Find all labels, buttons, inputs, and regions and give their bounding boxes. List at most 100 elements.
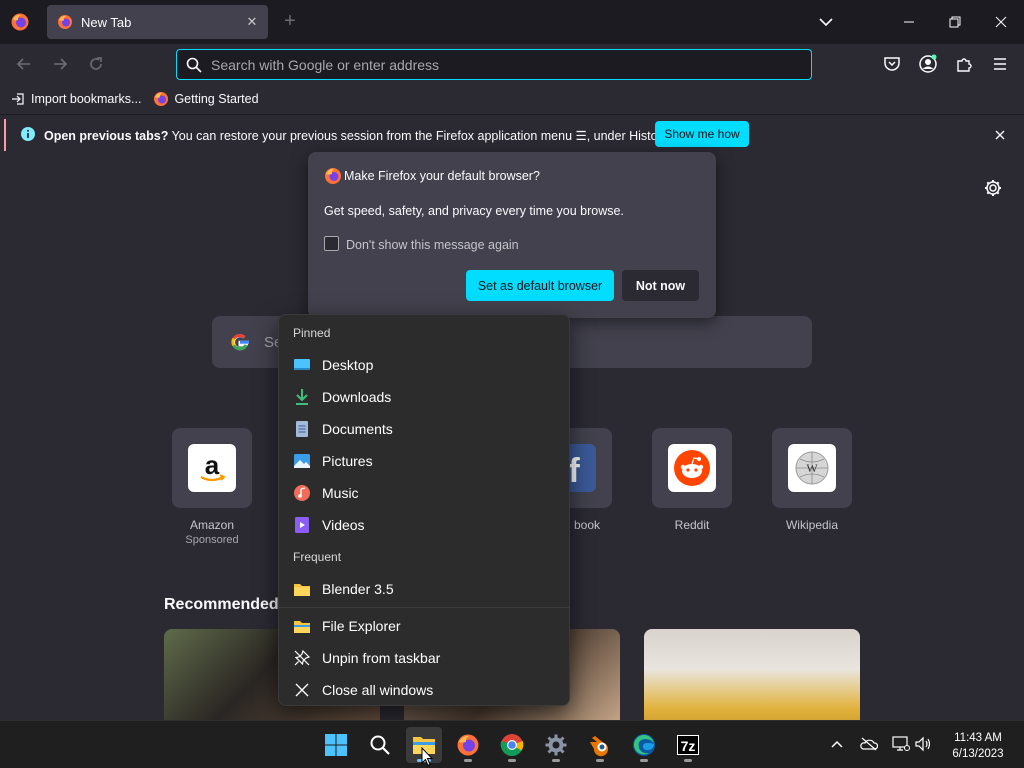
- clock-time: 11:43 AM: [954, 732, 1002, 744]
- jump-item-file-explorer[interactable]: File Explorer: [279, 610, 569, 642]
- new-tab-button[interactable]: +: [278, 10, 302, 34]
- sponsored-label: Sponsored: [185, 534, 239, 546]
- chevron-up-icon[interactable]: [828, 735, 846, 753]
- mouse-cursor-icon: [421, 747, 433, 767]
- svg-text:W: W: [806, 461, 818, 475]
- bookmark-label: Getting Started: [174, 92, 259, 106]
- top-site-reddit[interactable]: Reddit: [652, 428, 732, 532]
- settings-taskbar-icon[interactable]: [538, 727, 574, 763]
- dialog-title: Make Firefox your default browser?: [344, 169, 540, 183]
- running-indicator: [640, 759, 648, 762]
- jump-item-label: Music: [322, 485, 359, 501]
- unpin-icon: [293, 649, 311, 667]
- set-default-browser-button[interactable]: Set as default browser: [466, 270, 614, 301]
- notification-message: Open previous tabs? You can restore your…: [44, 128, 671, 143]
- search-icon[interactable]: [362, 727, 398, 763]
- chrome-taskbar-icon[interactable]: [494, 727, 530, 763]
- back-arrow-icon[interactable]: [12, 52, 36, 76]
- start-icon[interactable]: [318, 727, 354, 763]
- system-clock[interactable]: 11:43 AM 6/13/2023: [940, 730, 1016, 762]
- restore-icon[interactable]: [940, 8, 970, 36]
- jump-item-pictures[interactable]: Pictures: [279, 445, 569, 477]
- dont-show-label[interactable]: Don't show this message again: [346, 238, 519, 252]
- firefox-taskbar-icon[interactable]: [450, 727, 486, 763]
- info-icon: [21, 127, 35, 141]
- notification-accent: [4, 119, 6, 151]
- import-icon: [10, 91, 26, 107]
- file-explorer-icon: [293, 617, 311, 635]
- google-icon: [231, 334, 249, 351]
- close-tab-icon[interactable]: ✕: [240, 10, 264, 34]
- close-icon[interactable]: [990, 125, 1010, 145]
- gear-icon[interactable]: [983, 178, 1003, 198]
- jump-item-label: Downloads: [322, 389, 392, 405]
- top-site-wikipedia[interactable]: W Wikipedia: [772, 428, 852, 532]
- extensions-icon[interactable]: [952, 52, 976, 76]
- jump-item-label: Pictures: [322, 453, 373, 469]
- blender-taskbar-icon[interactable]: [582, 727, 618, 763]
- amazon-icon: a: [188, 444, 236, 492]
- dont-show-checkbox[interactable]: [324, 236, 339, 251]
- reddit-icon: [668, 444, 716, 492]
- onedrive-offline-icon[interactable]: [860, 735, 878, 753]
- top-site-tile: [652, 428, 732, 508]
- jump-item-videos[interactable]: Videos: [279, 509, 569, 541]
- tab-strip: New Tab ✕ +: [0, 0, 1024, 44]
- downloads-icon: [293, 388, 311, 406]
- notification-text: You can restore your previous session fr…: [168, 129, 671, 143]
- not-now-button[interactable]: Not now: [622, 270, 699, 301]
- svg-text:f: f: [568, 452, 580, 486]
- jump-item-close-all[interactable]: Close all windows: [279, 674, 569, 706]
- close-window-icon[interactable]: [986, 8, 1016, 36]
- search-icon: [186, 57, 202, 73]
- network-icon[interactable]: [892, 735, 910, 753]
- running-indicator: [508, 759, 516, 762]
- jump-item-blender[interactable]: Blender 3.5: [279, 573, 569, 605]
- story-card-image[interactable]: [644, 629, 860, 720]
- file-explorer-jump-list: Pinned Desktop Downloads Documents Pictu…: [278, 314, 570, 706]
- hamburger-menu-icon[interactable]: [988, 52, 1012, 76]
- top-site-tile: a: [172, 428, 252, 508]
- firefox-icon: [153, 91, 169, 107]
- frequent-header: Frequent: [293, 550, 342, 564]
- pocket-icon[interactable]: [880, 52, 904, 76]
- default-browser-dialog: Make Firefox your default browser? Get s…: [308, 152, 716, 318]
- forward-arrow-icon[interactable]: [48, 52, 72, 76]
- show-me-how-button[interactable]: Show me how: [655, 121, 749, 147]
- close-icon: [293, 681, 311, 699]
- volume-icon[interactable]: [914, 735, 932, 753]
- edge-taskbar-icon[interactable]: [626, 727, 662, 763]
- pinned-header: Pinned: [293, 326, 331, 340]
- 7zip-taskbar-icon[interactable]: 7z: [670, 727, 706, 763]
- bookmark-import[interactable]: Import bookmarks...: [10, 87, 141, 111]
- bookmark-label: Import bookmarks...: [31, 92, 142, 106]
- url-input[interactable]: [211, 56, 771, 73]
- jump-item-unpin[interactable]: Unpin from taskbar: [279, 642, 569, 674]
- top-site-amazon[interactable]: a Amazon Sponsored: [172, 428, 252, 546]
- wikipedia-icon: W: [788, 444, 836, 492]
- jump-list-divider: [279, 607, 569, 608]
- running-indicator: [596, 759, 604, 762]
- top-site-label: Reddit: [674, 518, 710, 532]
- jump-item-documents[interactable]: Documents: [279, 413, 569, 445]
- bookmark-getting-started[interactable]: Getting Started: [153, 87, 259, 111]
- desktop-folder-icon: [293, 356, 311, 374]
- jump-item-desktop[interactable]: Desktop: [279, 349, 569, 381]
- account-icon[interactable]: [916, 52, 940, 76]
- jump-item-downloads[interactable]: Downloads: [279, 381, 569, 413]
- pictures-icon: [293, 452, 311, 470]
- session-restore-notification: Open previous tabs? You can restore your…: [0, 114, 1024, 154]
- running-indicator: [552, 759, 560, 762]
- jump-item-music[interactable]: Music: [279, 477, 569, 509]
- tab-new-tab[interactable]: New Tab ✕: [47, 5, 268, 39]
- music-icon: [293, 484, 311, 502]
- url-bar[interactable]: [176, 49, 812, 80]
- minimize-icon[interactable]: [894, 8, 924, 36]
- jump-item-label: Videos: [322, 517, 365, 533]
- firefox-menu-icon[interactable]: [10, 12, 30, 32]
- chevron-down-icon[interactable]: [814, 10, 838, 34]
- folder-icon: [293, 580, 311, 598]
- clock-date: 6/13/2023: [952, 748, 1004, 760]
- recommended-heading: Recommended: [164, 596, 279, 613]
- reload-icon[interactable]: [84, 52, 108, 76]
